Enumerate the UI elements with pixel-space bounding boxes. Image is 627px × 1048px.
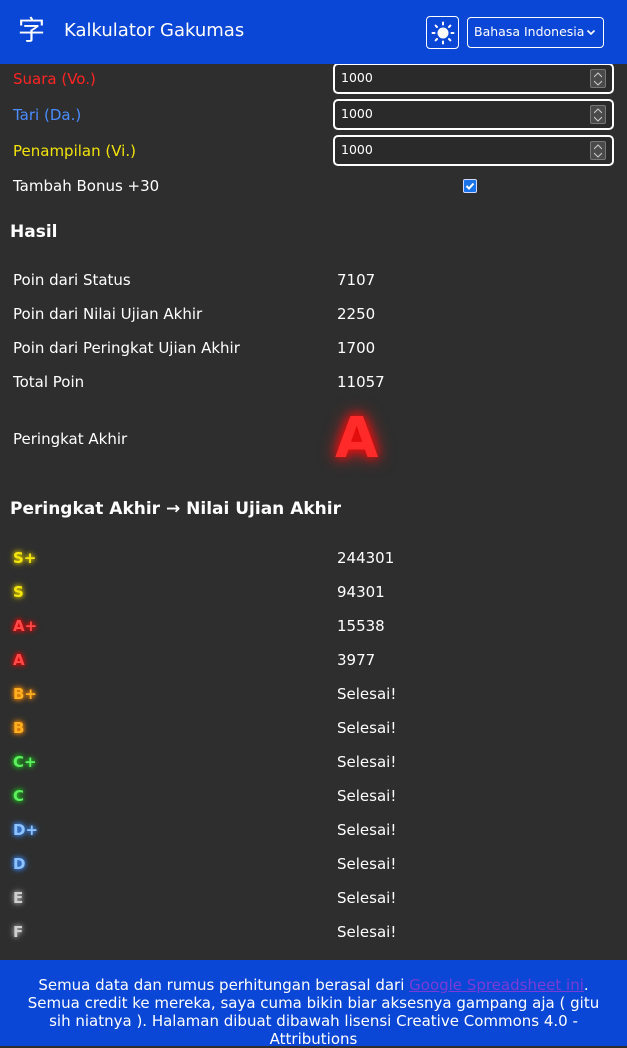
result-value: 1700	[337, 339, 376, 357]
results-title: Hasil	[10, 222, 58, 242]
rank-grade: D	[13, 855, 26, 873]
rank-table-title: Peringkat Akhir → Nilai Ujian Akhir	[10, 499, 341, 519]
dance-input[interactable]: 1000	[333, 99, 614, 130]
result-label: Poin dari Status	[13, 271, 131, 289]
language-select[interactable]: Bahasa Indonesia	[467, 17, 604, 48]
rank-grade: B+	[13, 685, 38, 703]
rank-required-score: Selesai!	[337, 787, 397, 805]
app-logo: 字	[18, 16, 45, 47]
rank-required-score: 15538	[337, 617, 385, 635]
stat-label-visual: Penampilan (Vi.)	[13, 142, 136, 160]
visual-value: 1000	[341, 142, 373, 157]
stat-label-dance: Tari (Da.)	[13, 106, 82, 124]
dance-value: 1000	[341, 106, 373, 121]
footer-text-before: Semua data dan rumus perhitungan berasal…	[38, 976, 410, 994]
bonus-label: Tambah Bonus +30	[13, 177, 160, 195]
rank-required-score: Selesai!	[337, 753, 397, 771]
rank-grade: E	[13, 889, 24, 907]
sun-icon	[431, 21, 454, 44]
chevron-down-icon	[586, 29, 596, 36]
rank-grade: D+	[13, 821, 39, 839]
rank-required-score: 3977	[337, 651, 376, 669]
rank-grade: F	[13, 923, 24, 941]
vocal-input[interactable]: 1000	[333, 63, 614, 94]
result-value: 2250	[337, 305, 376, 323]
theme-toggle-button[interactable]	[426, 16, 459, 49]
rank-grade: A+	[13, 617, 38, 635]
rank-required-score: Selesai!	[337, 685, 397, 703]
final-rank-label: Peringkat Akhir	[13, 430, 128, 448]
rank-grade: A	[13, 651, 25, 669]
result-label: Poin dari Nilai Ujian Akhir	[13, 305, 203, 323]
vocal-value: 1000	[341, 70, 373, 85]
app-title: Kalkulator Gakumas	[64, 20, 245, 41]
rank-grade: C+	[13, 753, 37, 771]
rank-grade: C	[13, 787, 25, 805]
rank-required-score: Selesai!	[337, 719, 397, 737]
spreadsheet-link[interactable]: Google Spreadsheet ini	[409, 976, 584, 994]
bonus-checkbox[interactable]	[463, 179, 477, 193]
rank-grade: S	[13, 583, 24, 601]
total-value: 11057	[337, 373, 385, 391]
total-label: Total Poin	[13, 373, 85, 391]
vocal-spinner[interactable]	[590, 69, 606, 88]
result-value: 7107	[337, 271, 376, 289]
stat-label-vocal: Suara (Vo.)	[13, 70, 96, 88]
rank-grade: B	[13, 719, 25, 737]
rank-required-score: Selesai!	[337, 855, 397, 873]
rank-required-score: Selesai!	[337, 821, 397, 839]
rank-grade: S+	[13, 549, 37, 567]
visual-spinner[interactable]	[590, 141, 606, 160]
dance-spinner[interactable]	[590, 105, 606, 124]
rank-required-score: 244301	[337, 549, 395, 567]
rank-required-score: 94301	[337, 583, 385, 601]
visual-input[interactable]: 1000	[333, 135, 614, 166]
rank-required-score: Selesai!	[337, 889, 397, 907]
page-footer: Semua data dan rumus perhitungan berasal…	[0, 960, 627, 1048]
result-label: Poin dari Peringkat Ujian Akhir	[13, 339, 240, 357]
language-value: Bahasa Indonesia	[474, 24, 585, 39]
final-rank-grade: A	[335, 406, 379, 471]
rank-required-score: Selesai!	[337, 923, 397, 941]
app-header: 字 Kalkulator Gakumas Bahasa Indonesia	[0, 0, 627, 64]
